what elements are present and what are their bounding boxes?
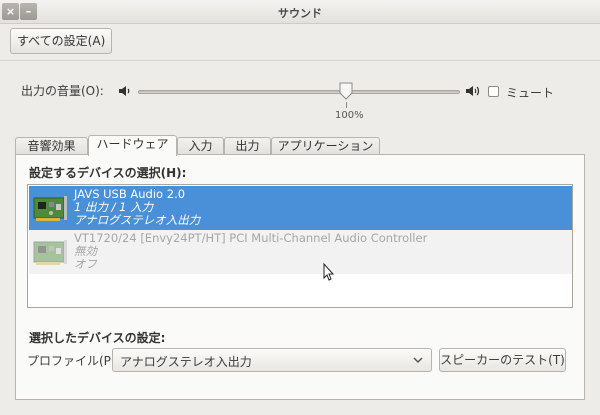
tab-applications[interactable]: アプリケーション <box>271 137 380 155</box>
test-speakers-button[interactable]: スピーカーのテスト(T) <box>439 348 566 372</box>
window-title: サウンド <box>278 7 322 20</box>
toolbar-separator <box>0 60 600 61</box>
chevron-down-icon <box>413 357 423 364</box>
mouse-pointer-icon <box>323 263 335 281</box>
mute-checkbox[interactable] <box>488 86 499 97</box>
profile-value: アナログステレオ入出力 <box>120 355 252 369</box>
volume-100-tick <box>346 102 347 108</box>
device-name: VT1720/24 [Envy24PT/HT] PCI Multi-Channe… <box>74 231 428 245</box>
all-settings-button[interactable]: すべての設定(A) <box>10 28 113 54</box>
speaker-low-icon <box>119 86 130 96</box>
list-item[interactable]: VT1720/24 [Envy24PT/HT] PCI Multi-Channe… <box>29 230 572 274</box>
volume-slider-track[interactable] <box>138 90 460 94</box>
sound-card-icon <box>33 240 67 265</box>
output-volume-label: 出力の音量(O): <box>21 84 104 98</box>
profile-label: プロファイル(P): <box>27 354 120 368</box>
volume-percent-label: 100% <box>335 110 364 121</box>
device-section-label: 設定するデバイスの選択(H): <box>29 166 187 180</box>
profile-dropdown[interactable]: アナログステレオ入出力 <box>112 348 432 372</box>
device-profile: アナログステレオ入出力 <box>74 213 201 227</box>
tab-output[interactable]: 出力 <box>224 137 271 155</box>
tab-sound-effects[interactable]: 音響効果 <box>15 137 88 155</box>
device-text: JAVS USB Audio 2.0 1 出力 / 1 入力 アナログステレオ入… <box>74 188 200 227</box>
title-bar: × – サウンド <box>0 0 600 24</box>
device-text: VT1720/24 [Envy24PT/HT] PCI Multi-Channe… <box>74 232 427 271</box>
list-item[interactable]: JAVS USB Audio 2.0 1 出力 / 1 入力 アナログステレオ入… <box>29 186 572 230</box>
volume-slider-thumb[interactable] <box>339 82 353 100</box>
device-list[interactable]: JAVS USB Audio 2.0 1 出力 / 1 入力 アナログステレオ入… <box>27 184 573 308</box>
settings-section-label: 選択したデバイスの設定: <box>29 331 166 345</box>
device-profile: オフ <box>74 257 97 271</box>
speaker-high-icon <box>466 86 480 96</box>
sound-card-icon <box>33 196 67 221</box>
tab-hardware[interactable]: ハードウェア <box>88 135 177 156</box>
device-io: 無効 <box>74 244 97 258</box>
tab-input[interactable]: 入力 <box>177 137 224 155</box>
mute-label: ミュート <box>506 86 555 100</box>
